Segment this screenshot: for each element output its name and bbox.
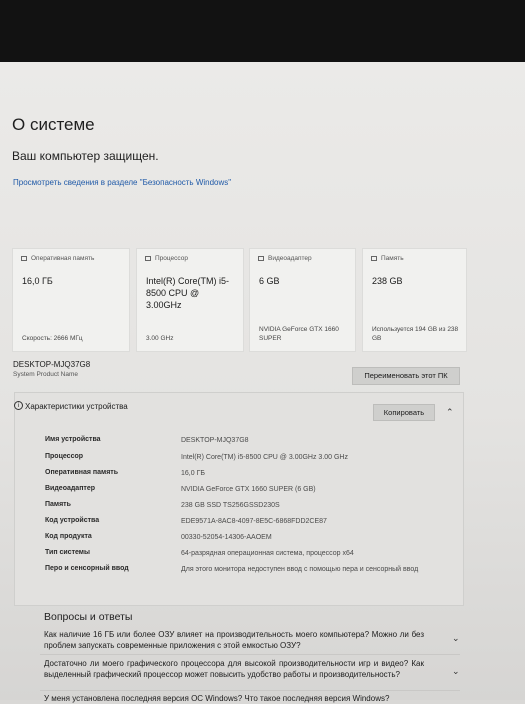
qa-title: Вопросы и ответы bbox=[44, 611, 133, 623]
specs-header: Характеристики устройства bbox=[25, 402, 128, 411]
card-sub: Скорость: 2666 МГц bbox=[22, 335, 83, 342]
monitor-bezel bbox=[0, 0, 525, 62]
device-name: DESKTOP-MJQ37G8 bbox=[13, 360, 91, 369]
chevron-down-icon[interactable]: ⌄ bbox=[452, 633, 460, 644]
spec-value: Для этого монитора недоступен ввод с пом… bbox=[181, 566, 419, 573]
spec-value: NVIDIA GeForce GTX 1660 SUPER (6 GB) bbox=[181, 486, 316, 493]
chevron-down-icon[interactable]: ⌄ bbox=[452, 666, 460, 677]
spec-label: Код устройства bbox=[45, 517, 100, 524]
card-sub: 3.00 GHz bbox=[146, 335, 174, 342]
spec-label: Оперативная память bbox=[45, 469, 119, 476]
security-link[interactable]: Просмотреть сведения в разделе "Безопасн… bbox=[13, 177, 243, 188]
spec-value: Intel(R) Core(TM) i5-8500 CPU @ 3.00GHz … bbox=[181, 454, 348, 461]
card-storage: Память 238 GB Используется 194 GB из 238… bbox=[362, 248, 467, 352]
card-value: 16,0 ГБ bbox=[22, 276, 53, 286]
qa-question[interactable]: Как наличие 16 ГБ или более ОЗУ влияет н… bbox=[44, 629, 424, 651]
card-sub: Используется 194 GB из 238 GB bbox=[372, 326, 459, 342]
card-header: Память bbox=[381, 255, 404, 262]
spec-value: EDE9571A-8AC8-4097-8E5C-6868FDD2CE87 bbox=[181, 518, 327, 525]
card-header: Видеоадаптер bbox=[268, 255, 312, 262]
processor-icon bbox=[145, 256, 151, 261]
card-value: 238 GB bbox=[372, 276, 403, 286]
spec-label: Имя устройства bbox=[45, 436, 101, 443]
chevron-up-icon[interactable]: ⌃ bbox=[446, 407, 454, 418]
spec-value: 16,0 ГБ bbox=[181, 470, 205, 477]
spec-label: Перо и сенсорный ввод bbox=[45, 565, 129, 572]
card-value: 6 GB bbox=[259, 276, 280, 286]
page-title: О системе bbox=[12, 115, 95, 134]
spec-value: 238 GB SSD TS256GSSD230S bbox=[181, 502, 280, 509]
spec-label: Тип системы bbox=[45, 549, 90, 556]
spec-value: DESKTOP-MJQ37G8 bbox=[181, 437, 249, 444]
spec-label: Память bbox=[45, 501, 71, 508]
spec-label: Видеоадаптер bbox=[45, 485, 96, 492]
memory-icon bbox=[21, 256, 27, 261]
spec-label: Процессор bbox=[45, 453, 84, 460]
protection-status: Ваш компьютер защищен. bbox=[12, 149, 159, 163]
info-icon: i bbox=[14, 401, 23, 410]
card-display-adapter: Видеоадаптер 6 GB NVIDIA GeForce GTX 166… bbox=[249, 248, 356, 352]
display-adapter-icon bbox=[258, 256, 264, 261]
device-model: System Product Name bbox=[13, 371, 79, 378]
divider bbox=[40, 654, 460, 655]
card-header: Оперативная память bbox=[31, 255, 95, 262]
qa-question[interactable]: Достаточно ли моего графического процесс… bbox=[44, 658, 424, 680]
spec-value: 00330-52054-14306-AAOEM bbox=[181, 534, 272, 541]
card-header: Процессор bbox=[155, 255, 188, 262]
card-memory: Оперативная память 16,0 ГБ Скорость: 266… bbox=[12, 248, 130, 352]
divider bbox=[40, 690, 460, 691]
rename-pc-button[interactable]: Переименовать этот ПК bbox=[352, 367, 460, 385]
settings-window: О системе Ваш компьютер защищен. Просмот… bbox=[0, 62, 525, 703]
storage-icon bbox=[371, 256, 377, 261]
copy-button[interactable]: Копировать bbox=[373, 404, 435, 421]
spec-value: 64-разрядная операционная система, проце… bbox=[181, 550, 354, 557]
qa-question[interactable]: У меня установлена последняя версия ОС W… bbox=[44, 693, 444, 704]
card-sub: NVIDIA GeForce GTX 1660 SUPER bbox=[259, 326, 339, 342]
card-value: Intel(R) Core(TM) i5-8500 CPU @ 3.00GHz bbox=[146, 276, 230, 310]
card-processor: Процессор Intel(R) Core(TM) i5-8500 CPU … bbox=[136, 248, 244, 352]
spec-label: Код продукта bbox=[45, 533, 92, 540]
